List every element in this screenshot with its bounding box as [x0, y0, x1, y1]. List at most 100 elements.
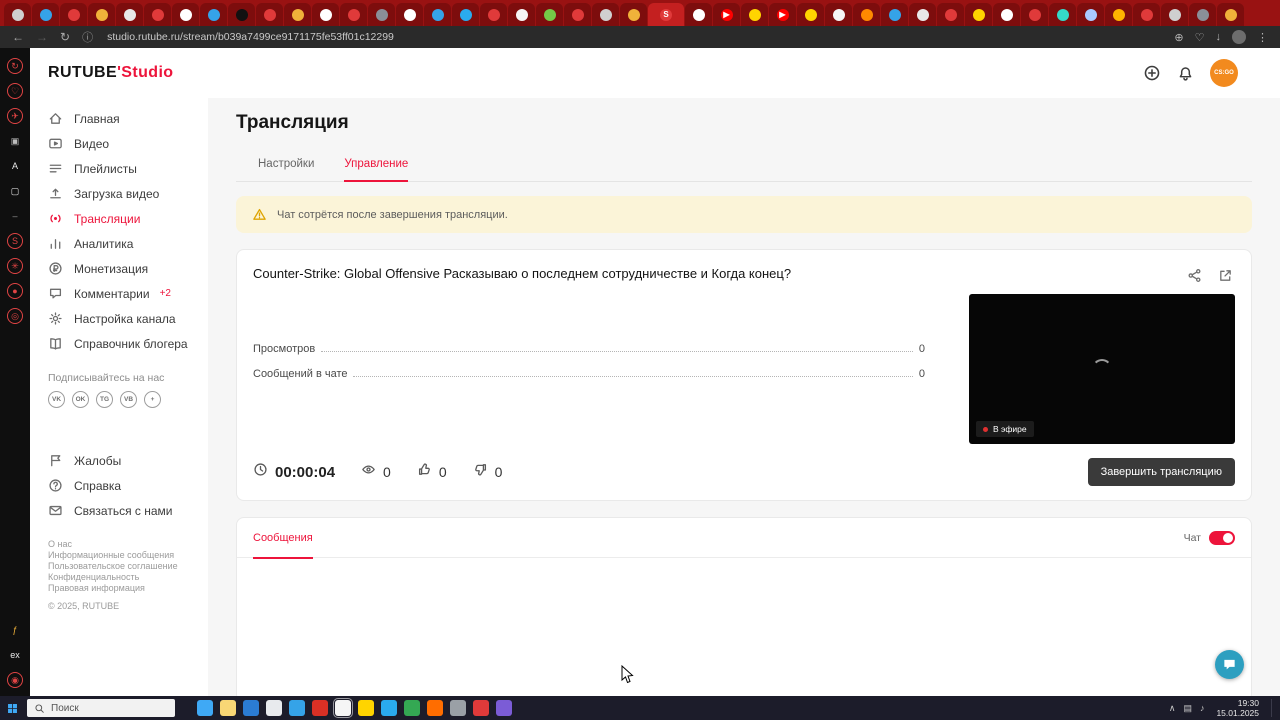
sidebar-item-comments[interactable]: Комментарии +2	[30, 281, 208, 306]
browser-tab[interactable]	[32, 3, 59, 26]
sidebar-item-channel-settings[interactable]: Настройка канала	[30, 306, 208, 331]
taskbar-app-icon[interactable]	[450, 700, 466, 716]
downloads-icon[interactable]: ↓	[1216, 31, 1222, 44]
forward-icon[interactable]: →	[36, 30, 48, 44]
taskbar-app-icon[interactable]	[266, 700, 282, 716]
taskbar-app-icon[interactable]	[427, 700, 443, 716]
browser-menu-icon[interactable]: ⋮	[1257, 31, 1268, 44]
start-button[interactable]	[6, 702, 19, 715]
taskbar-app-icon[interactable]	[381, 700, 397, 716]
sidebar-item-blogger-guide[interactable]: Справочник блогера	[30, 331, 208, 356]
rutube-studio-logo[interactable]: RUTUBE'Studio	[48, 64, 173, 82]
browser-tab[interactable]	[284, 3, 311, 26]
end-broadcast-button[interactable]: Завершить трансляцию	[1087, 458, 1235, 486]
social-telegram-icon[interactable]: TG	[96, 391, 113, 408]
footer-link[interactable]: Пользовательское соглашение	[48, 561, 190, 572]
taskbar-app-icon[interactable]	[333, 698, 353, 718]
sidebar-item-playlists[interactable]: Плейлисты	[30, 156, 208, 181]
browser-tab[interactable]	[4, 3, 31, 26]
social-more-icon[interactable]: +	[144, 391, 161, 408]
browser-tab[interactable]	[993, 3, 1020, 26]
rail-icon[interactable]: ◎	[7, 308, 23, 324]
browser-tab[interactable]	[480, 3, 507, 26]
taskbar-app-icon[interactable]	[220, 700, 236, 716]
browser-tab[interactable]	[965, 3, 992, 26]
rail-icon[interactable]: ♡	[7, 83, 23, 99]
browser-tab[interactable]	[881, 3, 908, 26]
rail-icon[interactable]: –	[7, 208, 23, 224]
footer-link[interactable]: Информационные сообщения	[48, 550, 190, 561]
taskbar-search[interactable]: Поиск	[27, 699, 175, 717]
taskbar-clock[interactable]: 19:30 15.01.2025	[1216, 698, 1259, 718]
sidebar-item-complaints[interactable]: Жалобы	[30, 448, 208, 473]
browser-tab[interactable]	[620, 3, 647, 26]
sidebar-item-upload[interactable]: Загрузка видео	[30, 181, 208, 206]
rail-icon[interactable]: ↻	[7, 58, 23, 74]
avatar[interactable]: CS:GO	[1210, 59, 1238, 87]
extensions-icon[interactable]: ⊕	[1174, 31, 1183, 44]
browser-tab[interactable]	[144, 3, 171, 26]
rail-icon[interactable]: ●	[7, 283, 23, 299]
rail-icon[interactable]: ✳	[7, 258, 23, 274]
rail-icon[interactable]: S	[7, 233, 23, 249]
browser-tab[interactable]	[1161, 3, 1188, 26]
taskbar-app-icon[interactable]	[197, 700, 213, 716]
browser-tab[interactable]	[200, 3, 227, 26]
taskbar-app-icon[interactable]	[496, 700, 512, 716]
support-chat-button[interactable]	[1215, 650, 1244, 679]
sidebar-item-home[interactable]: Главная	[30, 106, 208, 131]
rail-icon[interactable]: ✈	[7, 108, 23, 124]
reload-icon[interactable]: ↻	[60, 30, 70, 44]
site-info-icon[interactable]: ⓘ	[82, 29, 93, 45]
taskbar-app-icon[interactable]	[243, 700, 259, 716]
browser-tab[interactable]	[1077, 3, 1104, 26]
browser-tab[interactable]	[797, 3, 824, 26]
sidebar-item-analytics[interactable]: Аналитика	[30, 231, 208, 256]
browser-tab-active[interactable]: S	[648, 3, 684, 26]
footer-link[interactable]: О нас	[48, 539, 190, 550]
browser-tab[interactable]	[424, 3, 451, 26]
tray-icon[interactable]: ▤	[1183, 703, 1192, 714]
social-vk-icon[interactable]: VK	[48, 391, 65, 408]
rail-icon[interactable]: ex	[7, 647, 23, 663]
taskbar-app-icon[interactable]	[358, 700, 374, 716]
social-ok-icon[interactable]: OK	[72, 391, 89, 408]
browser-tab[interactable]	[564, 3, 591, 26]
taskbar-app-icon[interactable]	[312, 700, 328, 716]
rail-icon[interactable]: ▣	[7, 133, 23, 149]
rail-icon[interactable]: ƒ	[7, 622, 23, 638]
browser-tab[interactable]	[1105, 3, 1132, 26]
favorites-icon[interactable]: ♡	[1195, 31, 1205, 44]
browser-tab[interactable]	[228, 3, 255, 26]
browser-profile-avatar[interactable]	[1232, 30, 1246, 44]
browser-tab[interactable]	[1217, 3, 1244, 26]
back-icon[interactable]: ←	[12, 30, 24, 44]
dislikes-counter[interactable]: 0	[473, 462, 502, 482]
share-icon[interactable]	[1187, 268, 1202, 283]
browser-tab[interactable]	[88, 3, 115, 26]
browser-tab[interactable]	[368, 3, 395, 26]
tray-icon[interactable]: ♪	[1200, 703, 1205, 714]
footer-link[interactable]: Правовая информация	[48, 583, 190, 594]
browser-tab[interactable]	[116, 3, 143, 26]
browser-tab[interactable]	[909, 3, 936, 26]
browser-tab[interactable]	[60, 3, 87, 26]
create-icon[interactable]	[1143, 64, 1161, 82]
browser-tab[interactable]	[340, 3, 367, 26]
social-viber-icon[interactable]: VB	[120, 391, 137, 408]
browser-tab[interactable]	[741, 3, 768, 26]
address-bar[interactable]: studio.rutube.ru/stream/b039a7499ce91711…	[107, 31, 394, 43]
sidebar-item-help[interactable]: Справка	[30, 473, 208, 498]
sidebar-item-video[interactable]: Видео	[30, 131, 208, 156]
taskbar-app-icon[interactable]	[404, 700, 420, 716]
browser-tab[interactable]	[452, 3, 479, 26]
stream-preview[interactable]: В эфире	[969, 294, 1235, 444]
browser-tab[interactable]	[825, 3, 852, 26]
tab-messages[interactable]: Сообщения	[253, 518, 313, 559]
tab-settings[interactable]: Настройки	[258, 158, 314, 181]
browser-tab[interactable]	[592, 3, 619, 26]
sidebar-item-broadcasts[interactable]: Трансляции	[30, 206, 208, 231]
browser-tab[interactable]	[1021, 3, 1048, 26]
rail-icon[interactable]: ◉	[7, 672, 23, 688]
taskbar-app-icon[interactable]	[473, 700, 489, 716]
